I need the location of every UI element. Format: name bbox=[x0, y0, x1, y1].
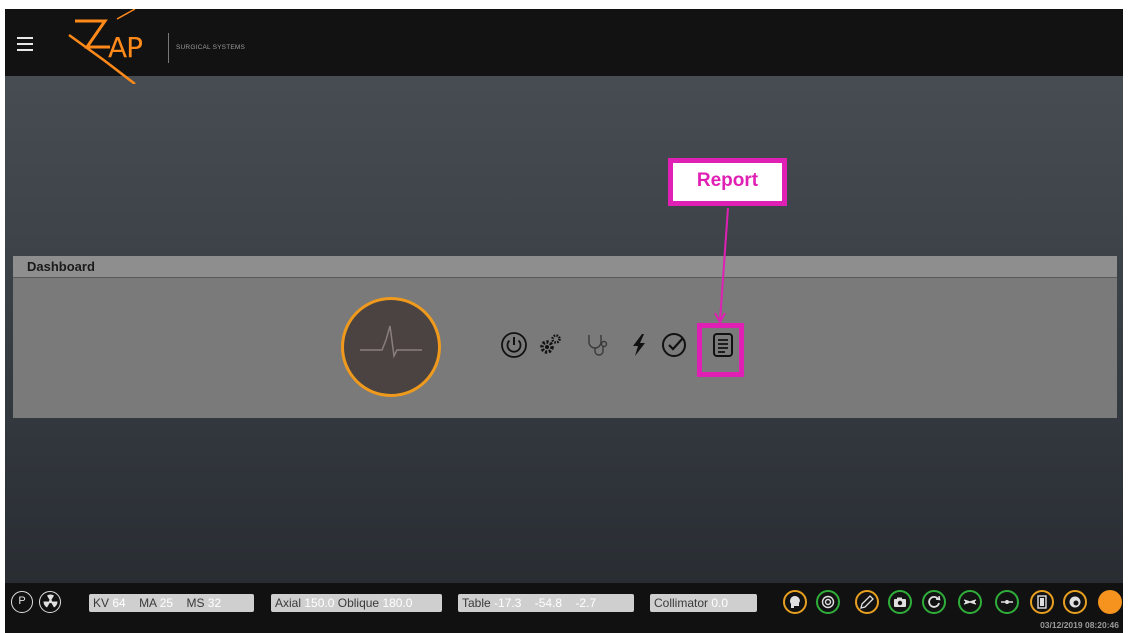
refresh-status-button[interactable] bbox=[922, 590, 946, 614]
table-label: Table bbox=[462, 596, 491, 610]
target-status-button[interactable] bbox=[816, 590, 840, 614]
p-button[interactable]: P bbox=[11, 591, 33, 613]
ma-value: 25 bbox=[159, 596, 174, 610]
axial-label: Axial bbox=[275, 596, 302, 610]
table-position-field[interactable]: Table -17.3 -54.8 -2.7 bbox=[458, 594, 634, 612]
radiation-button[interactable] bbox=[39, 591, 61, 613]
dashboard-title: Dashboard bbox=[27, 259, 95, 274]
logo-subtitle: SURGICAL SYSTEMS bbox=[176, 44, 246, 51]
head-status-button[interactable] bbox=[783, 590, 807, 614]
table-x-value: -17.3 bbox=[494, 596, 522, 610]
rotation-status-button[interactable] bbox=[1063, 590, 1087, 614]
timestamp: 03/12/2019 08:20:46 bbox=[1040, 620, 1119, 630]
collimator-field[interactable]: Collimator 0.0 bbox=[650, 594, 757, 612]
kv-label: KV bbox=[93, 596, 110, 610]
collimator-label: Collimator bbox=[654, 596, 709, 610]
pulse-monitor-button[interactable] bbox=[341, 297, 441, 397]
ms-label: MS bbox=[186, 596, 205, 610]
status-bar: P KV 64 MA 25 MS 32 Axial 150.0 Oblique … bbox=[5, 583, 1123, 633]
pen-status-button[interactable] bbox=[855, 590, 879, 614]
table-z-value: -2.7 bbox=[575, 596, 597, 610]
logo-divider bbox=[168, 33, 169, 63]
camera-icon bbox=[894, 597, 906, 607]
ms-value: 32 bbox=[207, 596, 222, 610]
collimator-value: 0.0 bbox=[711, 596, 729, 610]
report-callout: Report bbox=[668, 158, 787, 206]
couch-status-button[interactable] bbox=[958, 590, 982, 614]
dashboard-panel: Dashboard bbox=[13, 256, 1117, 418]
ma-label: MA bbox=[139, 596, 157, 610]
gears-icon[interactable] bbox=[536, 331, 564, 359]
logo-wordmark: AP bbox=[108, 31, 143, 64]
report-callout-label: Report bbox=[696, 170, 759, 191]
refresh-icon bbox=[928, 595, 941, 608]
dashboard-header: Dashboard bbox=[13, 256, 1117, 278]
pen-icon bbox=[860, 595, 874, 609]
axial-value: 150.0 bbox=[304, 596, 335, 610]
door-icon bbox=[1037, 595, 1047, 609]
kv-value: 64 bbox=[112, 596, 126, 610]
top-bar: AP SURGICAL SYSTEMS bbox=[5, 9, 1123, 84]
axial-oblique-field[interactable]: Axial 150.0 Oblique 180.0 bbox=[271, 594, 442, 612]
head-icon bbox=[790, 596, 800, 608]
table-y-value: -54.8 bbox=[534, 596, 563, 610]
menu-icon[interactable] bbox=[17, 37, 33, 51]
collimator-status-button[interactable] bbox=[995, 590, 1019, 614]
system-status-indicator[interactable] bbox=[1098, 590, 1122, 614]
report-highlight-box bbox=[697, 323, 744, 377]
radiation-icon bbox=[43, 594, 57, 608]
target-icon bbox=[821, 595, 835, 609]
lightning-icon[interactable] bbox=[625, 331, 653, 359]
rotation-icon bbox=[1069, 596, 1081, 608]
kv-ma-ms-field[interactable]: KV 64 MA 25 MS 32 bbox=[89, 594, 254, 612]
waveform-icon bbox=[360, 325, 422, 359]
door-status-button[interactable] bbox=[1030, 590, 1054, 614]
oblique-label: Oblique bbox=[337, 596, 380, 610]
arrows-icon bbox=[1001, 600, 1013, 604]
camera-status-button[interactable] bbox=[888, 590, 912, 614]
oblique-value: 180.0 bbox=[382, 596, 413, 610]
checkmark-icon[interactable] bbox=[661, 331, 689, 359]
app-window: AP SURGICAL SYSTEMS Dashboard P KV 64 MA… bbox=[5, 9, 1123, 633]
couch-icon bbox=[963, 599, 977, 605]
stethoscope-icon[interactable] bbox=[583, 331, 611, 359]
power-icon[interactable] bbox=[500, 331, 528, 359]
